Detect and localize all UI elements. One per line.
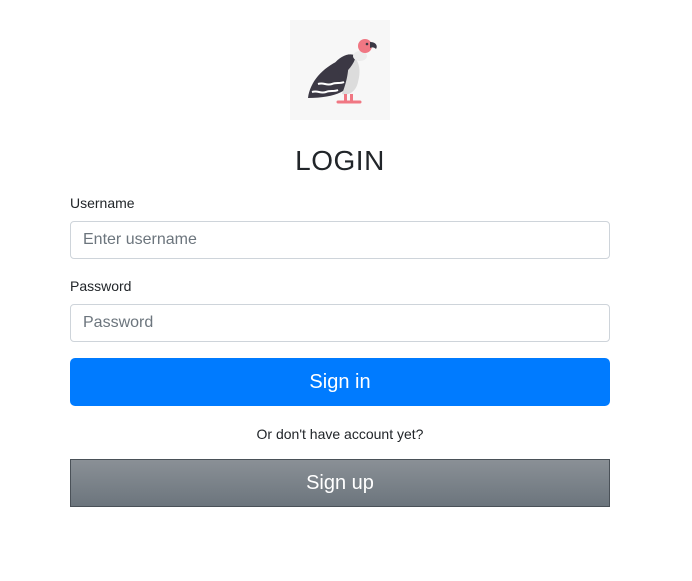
username-label: Username xyxy=(70,195,135,211)
sign-in-button[interactable]: Sign in xyxy=(70,358,610,406)
password-input[interactable] xyxy=(70,304,610,342)
page-title: LOGIN xyxy=(295,145,385,176)
password-label: Password xyxy=(70,278,132,294)
sign-up-button[interactable]: Sign up xyxy=(70,459,610,507)
vulture-logo-icon xyxy=(308,39,377,104)
username-input[interactable] xyxy=(70,221,610,259)
login-page: LOGIN Username Password Sign in Or don't… xyxy=(0,0,692,581)
signup-hint: Or don't have account yet? xyxy=(256,426,424,442)
logo xyxy=(290,20,390,120)
